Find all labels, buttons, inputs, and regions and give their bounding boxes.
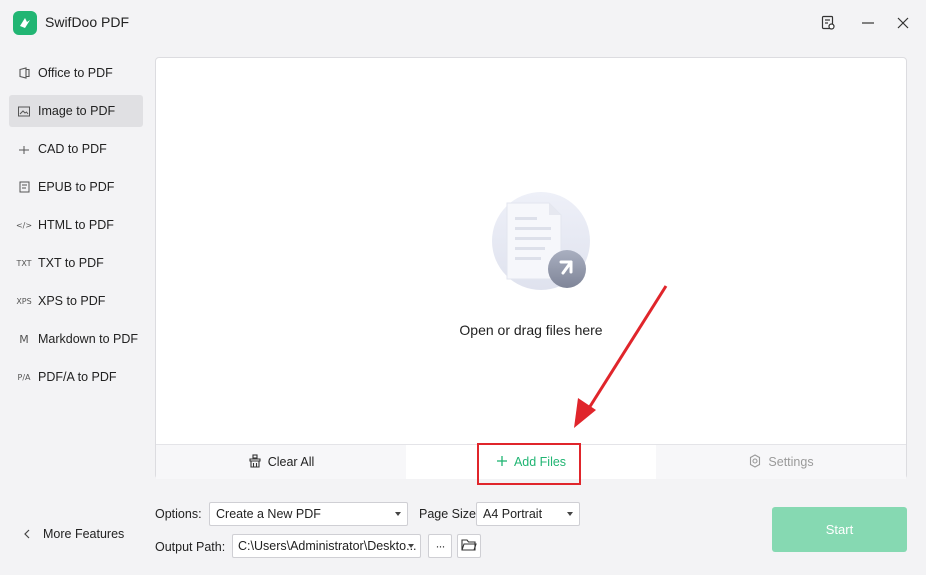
cad-icon	[17, 143, 31, 155]
xps-icon: XPS	[16, 296, 32, 306]
chevron-left-icon	[20, 529, 34, 539]
more-features-button[interactable]: More Features	[20, 527, 124, 541]
html-icon: </>	[15, 220, 33, 230]
office-icon	[17, 67, 31, 79]
sidebar-item-cad-to-pdf[interactable]: CAD to PDF	[9, 133, 143, 165]
feedback-icon[interactable]	[817, 12, 839, 34]
file-drop-area[interactable]: Open or drag files here Clear All Add Fi…	[155, 57, 907, 479]
output-path-label: Output Path:	[155, 540, 226, 554]
close-icon[interactable]	[892, 12, 914, 34]
chevron-down-icon	[408, 544, 414, 548]
sidebar-item-image-to-pdf[interactable]: Image to PDF	[9, 95, 143, 127]
page-size-label: Page Size:	[419, 507, 480, 521]
action-bar: Clear All Add Files Settings	[156, 444, 906, 479]
ellipsis-icon: ···	[435, 539, 446, 553]
markdown-icon: M	[19, 332, 29, 346]
clear-all-icon	[248, 453, 262, 471]
start-button[interactable]: Start	[772, 507, 907, 552]
chevron-down-icon	[395, 512, 401, 516]
app-title: SwifDoo PDF	[45, 14, 130, 30]
sidebar-item-epub-to-pdf[interactable]: EPUB to PDF	[9, 171, 143, 203]
drop-prompt: Open or drag files here	[459, 322, 603, 338]
gear-icon	[748, 453, 762, 471]
more-options-button[interactable]: ···	[428, 534, 452, 558]
add-files-button[interactable]: Add Files	[406, 445, 656, 479]
page-size-select[interactable]: A4 Portrait	[476, 502, 580, 526]
image-icon	[17, 106, 31, 117]
output-path-select[interactable]: C:\Users\Administrator\Deskto...	[232, 534, 421, 558]
txt-icon: TXT	[16, 258, 32, 268]
plus-icon	[496, 455, 508, 470]
title-bar: SwifDoo PDF	[0, 0, 926, 46]
clear-all-button[interactable]: Clear All	[156, 445, 406, 479]
sidebar-item-xps-to-pdf[interactable]: XPS XPS to PDF	[9, 285, 143, 317]
minimize-icon[interactable]	[857, 12, 879, 34]
epub-icon	[17, 181, 31, 193]
document-upload-icon	[491, 191, 591, 291]
folder-icon	[461, 538, 477, 555]
options-select[interactable]: Create a New PDF	[209, 502, 408, 526]
sidebar-item-html-to-pdf[interactable]: </> HTML to PDF	[9, 209, 143, 241]
pdfa-icon: P/A	[17, 372, 31, 382]
sidebar-item-pdfa-to-pdf[interactable]: P/A PDF/A to PDF	[9, 361, 143, 393]
settings-button[interactable]: Settings	[656, 445, 906, 479]
chevron-down-icon	[567, 512, 573, 516]
app-logo	[13, 11, 37, 35]
sidebar-item-txt-to-pdf[interactable]: TXT TXT to PDF	[9, 247, 143, 279]
options-label: Options:	[155, 507, 202, 521]
browse-folder-button[interactable]	[457, 534, 481, 558]
sidebar-item-office-to-pdf[interactable]: Office to PDF	[9, 57, 143, 89]
sidebar-item-markdown-to-pdf[interactable]: M Markdown to PDF	[9, 323, 143, 355]
